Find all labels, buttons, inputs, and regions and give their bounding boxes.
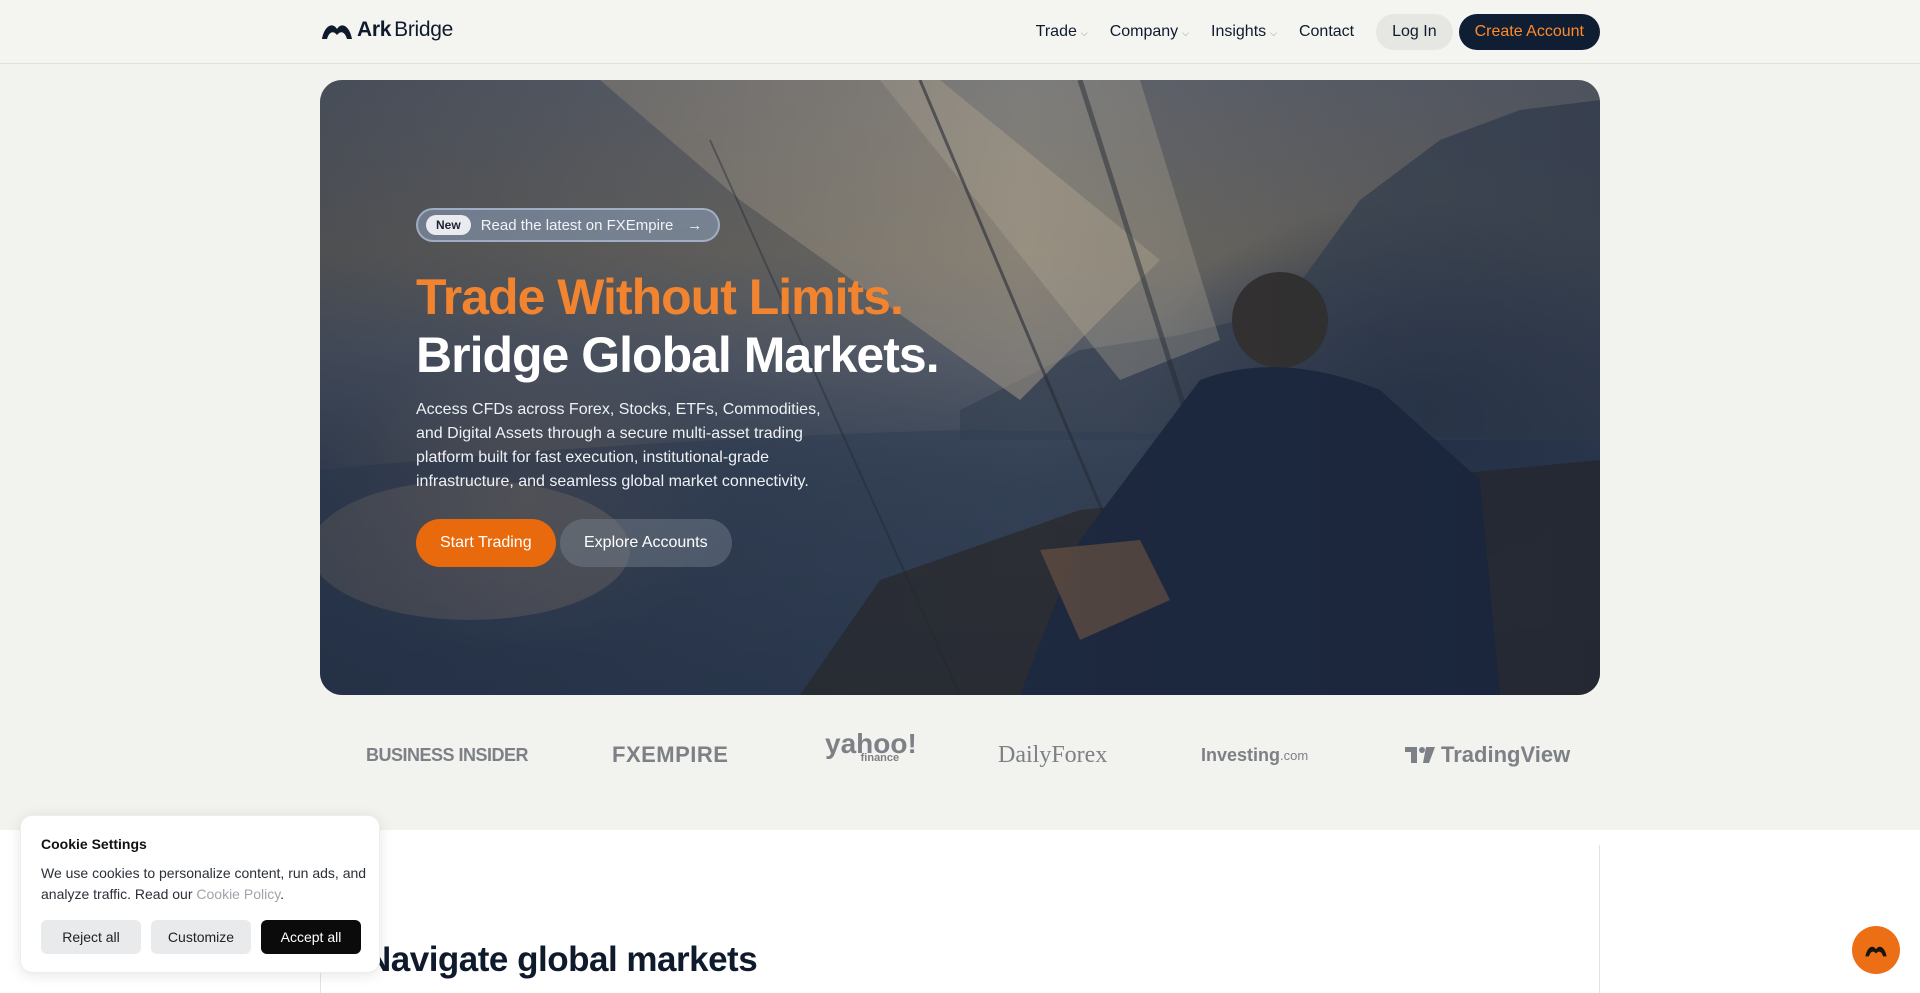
nav-label-contact: Contact (1298, 23, 1355, 40)
hero-description: Access CFDs across Forex, Stocks, ETFs, … (416, 401, 821, 490)
badge-text: Read the latest on FXEmpire (480, 216, 674, 234)
brand-name-bridge: Bridge (394, 18, 454, 41)
explore-accounts-button[interactable]: Explore Accounts (560, 519, 732, 567)
investing-logo-text: Investing (1201, 744, 1281, 765)
nav-item-trade[interactable]: Trade ⌵ (1036, 23, 1088, 41)
tradingview-logo: TradingView (1405, 735, 1570, 775)
reject-all-button[interactable]: Reject all (41, 920, 141, 954)
business-insider-logo: BUSINESS INSIDER (366, 744, 529, 765)
nav-item-company[interactable]: Company ⌵ (1110, 23, 1189, 41)
arrow-right-icon: → (687, 216, 703, 234)
login-button[interactable]: Log In (1376, 14, 1453, 50)
chevron-down-icon: ⌵ (1182, 27, 1189, 38)
new-tag: New (426, 215, 471, 235)
main-nav: Trade ⌵ Company ⌵ Insights ⌵ Contact Log… (1036, 14, 1600, 50)
dailyforex-logo: DailyForex (998, 741, 1108, 768)
yahoo-logo-sub: finance (860, 752, 900, 764)
brand-name-ark: Ark (357, 18, 392, 41)
ark-logo-icon (322, 25, 352, 39)
hero-overlay (320, 80, 1600, 695)
cookie-description: We use cookies to personalize content, r… (41, 863, 371, 905)
customize-button[interactable]: Customize (151, 920, 251, 954)
brand-logo[interactable]: Ark Bridge (320, 18, 453, 42)
nav-label-company: Company (1109, 23, 1179, 40)
cookie-title: Cookie Settings (41, 836, 147, 852)
section-title: Navigate global markets (366, 940, 758, 979)
nav-label-trade: Trade (1035, 23, 1077, 40)
cookie-text-end: . (280, 886, 285, 902)
nav-label-insights: Insights (1211, 23, 1267, 40)
yahoo-finance-logo: yahoo! finance (825, 728, 917, 775)
fxempire-logo: FXEMPIRE (612, 742, 729, 767)
press-logos-strip: BUSINESS INSIDER FXEMPIRE yahoo! finance… (320, 728, 1600, 775)
nav-item-insights[interactable]: Insights ⌵ (1211, 23, 1277, 41)
tradingview-logo-text: TradingView (1441, 742, 1571, 767)
investing-logo: Investing .com (1201, 735, 1308, 775)
hero-headline-line2: Bridge Global Markets. (416, 327, 940, 383)
tradingview-icon (1405, 747, 1435, 763)
yahoo-logo-text: yahoo! (825, 728, 917, 759)
nav-item-contact[interactable]: Contact (1299, 23, 1354, 41)
chevron-down-icon: ⌵ (1270, 27, 1277, 38)
accept-all-button[interactable]: Accept all (261, 920, 361, 954)
create-account-button[interactable]: Create Account (1458, 14, 1600, 50)
investing-logo-suffix: .com (1280, 747, 1309, 763)
cookie-settings-panel: Cookie Settings We use cookies to person… (20, 815, 380, 973)
chevron-down-icon: ⌵ (1080, 27, 1088, 38)
hero-banner: New Read the latest on FXEmpire → Trade … (320, 80, 1600, 695)
start-trading-button[interactable]: Start Trading (416, 519, 556, 567)
support-chat-icon (1865, 946, 1887, 957)
support-chat-button[interactable] (1852, 926, 1900, 974)
news-badge-link[interactable]: New Read the latest on FXEmpire → (416, 208, 721, 242)
cookie-policy-link[interactable]: Cookie Policy (196, 886, 280, 902)
hero-headline-line1: Trade Without Limits. (416, 269, 904, 325)
site-header: Ark Bridge Trade ⌵ Company ⌵ Insights ⌵ C… (0, 0, 1920, 64)
